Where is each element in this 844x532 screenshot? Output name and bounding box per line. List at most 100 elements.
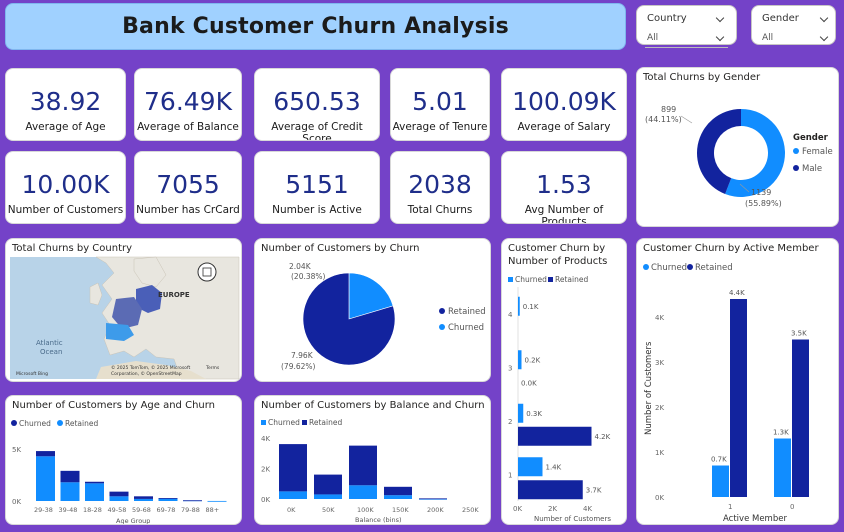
y-tick-label: 0K: [655, 494, 664, 502]
kpi-average-age[interactable]: 38.92 Average of Age: [5, 68, 126, 141]
kpi-value: 38.92: [29, 87, 102, 116]
bar-retained[interactable]: [792, 339, 809, 498]
bar-retained[interactable]: [85, 483, 104, 501]
bar-churned[interactable]: [518, 403, 524, 423]
legend-swatch-retained: [687, 264, 693, 270]
female-data-label: 1139: [751, 188, 771, 197]
x-tick-label: 0: [790, 503, 794, 511]
bar-retained[interactable]: [730, 299, 747, 497]
bar-retained[interactable]: [109, 496, 129, 501]
legend-retained[interactable]: Retained: [309, 418, 342, 427]
bar-churned[interactable]: [518, 296, 520, 316]
bar-retained[interactable]: [518, 426, 592, 446]
chevron-down-icon[interactable]: [819, 13, 829, 23]
kpi-label: Average of Balance: [137, 121, 239, 133]
legend-swatch-retained: [439, 308, 445, 314]
bar-churned[interactable]: [774, 438, 791, 498]
legend-churned[interactable]: Churned: [651, 263, 687, 273]
churns-by-country-map-card[interactable]: Total Churns by Country EUROPE Atlantic …: [5, 238, 242, 382]
bar-churned[interactable]: [518, 457, 543, 477]
country-slicer[interactable]: Country All: [636, 5, 737, 48]
x-tick-label: 2K: [548, 505, 557, 513]
y-tick-label: 4: [508, 311, 513, 319]
kpi-average-credit-score[interactable]: 650.53 Average of Credit Score: [254, 68, 380, 141]
kpi-label: Average of Salary: [517, 121, 611, 133]
gender-slicer-value[interactable]: All: [762, 33, 773, 43]
map-label-europe: EUROPE: [158, 291, 190, 299]
bar-churned[interactable]: [384, 495, 412, 499]
bar-churned[interactable]: [349, 485, 377, 499]
legend-retained[interactable]: Retained: [695, 263, 733, 273]
gender-donut-card[interactable]: Total Churns by Gender 899 (44.11%) 1139…: [636, 67, 839, 227]
balance-bar-card[interactable]: Number of Customers by Balance and Churn…: [254, 395, 491, 525]
legend-swatch-retained: [57, 420, 63, 426]
chevron-down-icon[interactable]: [715, 13, 725, 23]
legend-swatch-churned: [508, 277, 513, 282]
products-bar-chart: Churned Retained Number of Customers 0K 2…: [508, 275, 611, 523]
bar-churned[interactable]: [183, 500, 202, 502]
bar-retained[interactable]: [314, 474, 342, 495]
y-tick-label: 2K: [261, 466, 270, 474]
data-label: 0.2K: [525, 356, 541, 364]
bar-churned[interactable]: [60, 470, 80, 483]
bar-retained[interactable]: [36, 456, 55, 501]
bar-retained[interactable]: [134, 498, 153, 501]
legend-retained[interactable]: Retained: [65, 419, 98, 428]
map-bing-logo: Microsoft Bing: [16, 371, 48, 377]
kpi-number-crcard[interactable]: 7055 Number has CrCard: [134, 151, 242, 224]
bar-churned[interactable]: [712, 465, 729, 498]
dashboard-title-card: Bank Customer Churn Analysis: [5, 3, 626, 50]
kpi-avg-products[interactable]: 1.53 Avg Number of Products: [501, 151, 627, 224]
gender-slicer[interactable]: Gender All: [751, 5, 836, 45]
kpi-number-customers[interactable]: 10.00K Number of Customers: [5, 151, 126, 224]
legend-female[interactable]: Female: [802, 147, 833, 157]
bar-retained[interactable]: [384, 486, 412, 496]
kpi-average-balance[interactable]: 76.49K Average of Balance: [134, 68, 242, 141]
kpi-number-active[interactable]: 5151 Number is Active: [254, 151, 380, 224]
bar-retained[interactable]: [419, 498, 447, 500]
legend-churned[interactable]: Churned: [19, 419, 51, 428]
data-label: 4.2K: [595, 433, 611, 441]
legend-male[interactable]: Male: [802, 164, 822, 174]
male-data-label: 899: [661, 105, 676, 114]
kpi-total-churns[interactable]: 2038 Total Churns: [390, 151, 490, 224]
chevron-down-icon[interactable]: [819, 32, 829, 42]
x-tick-label: 200K: [427, 506, 444, 514]
kpi-average-salary[interactable]: 100.09K Average of Salary: [501, 68, 627, 141]
bar-churned[interactable]: [518, 350, 522, 370]
churned-pct-label: (20.38%): [291, 272, 326, 281]
bar-retained[interactable]: [207, 500, 227, 502]
bar-retained[interactable]: [60, 482, 80, 501]
country-slicer-value[interactable]: All: [647, 33, 658, 43]
data-label: 3.7K: [586, 486, 602, 494]
chevron-down-icon[interactable]: [715, 32, 725, 42]
age-bar-card[interactable]: Number of Customers by Age and Churn Chu…: [5, 395, 242, 525]
map-focus-button[interactable]: [197, 262, 217, 282]
legend-retained[interactable]: Retained: [555, 275, 588, 284]
bar-retained[interactable]: [279, 444, 307, 492]
x-tick-label: 39-48: [59, 506, 78, 514]
bar-churned[interactable]: [85, 481, 104, 484]
x-tick-label: 150K: [392, 506, 409, 514]
x-tick-label: 69-78: [157, 506, 176, 514]
bar-churned[interactable]: [134, 496, 153, 499]
churn-pie-card[interactable]: Number of Customers by Churn 2.04K (20.3…: [254, 238, 491, 382]
legend-churned[interactable]: Churned: [448, 323, 484, 333]
bar-churned[interactable]: [158, 498, 178, 499]
retained-pct-label: (79.62%): [281, 362, 316, 371]
active-member-bar-card[interactable]: Customer Churn by Active Member Churned …: [636, 238, 839, 525]
bar-churned[interactable]: [36, 451, 55, 457]
bar-churned[interactable]: [314, 494, 342, 499]
legend-churned[interactable]: Churned: [268, 418, 300, 427]
country-map[interactable]: EUROPE Atlantic Ocean Microsoft Bing © 2…: [6, 239, 242, 382]
legend-churned[interactable]: Churned: [515, 275, 547, 284]
legend-retained[interactable]: Retained: [448, 307, 486, 317]
map-terms-link[interactable]: Terms: [205, 365, 220, 371]
bar-churned[interactable]: [109, 491, 129, 497]
products-bar-card[interactable]: Customer Churn by Number of Products Chu…: [501, 238, 627, 525]
bar-retained[interactable]: [349, 445, 377, 486]
kpi-average-tenure[interactable]: 5.01 Average of Tenure: [390, 68, 490, 141]
bar-retained[interactable]: [518, 480, 583, 500]
dashboard-title: Bank Customer Churn Analysis: [122, 14, 509, 39]
bar-churned[interactable]: [279, 491, 307, 499]
